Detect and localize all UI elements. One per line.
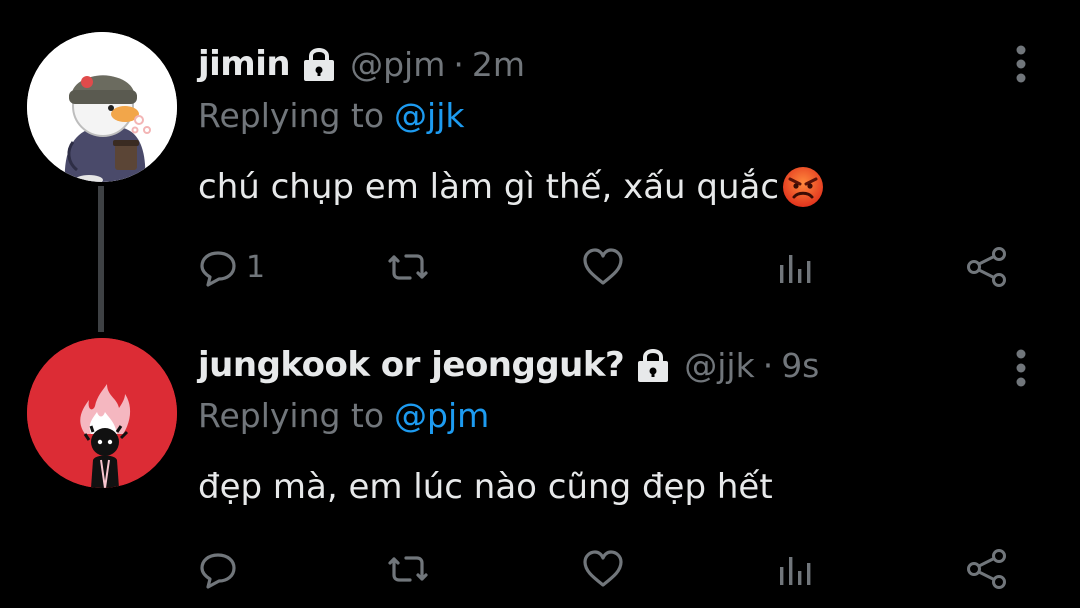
tweet-actions: 1 xyxy=(0,242,1080,292)
views-icon xyxy=(780,557,811,585)
tweet-header: jimin @pjm · 2m xyxy=(198,44,525,84)
angry-face-icon xyxy=(781,165,825,209)
reply-button[interactable]: 1 xyxy=(196,242,265,292)
reply-button[interactable] xyxy=(196,544,246,594)
separator-dot: · xyxy=(762,345,774,385)
views-icon xyxy=(780,255,811,283)
reply-icon xyxy=(200,251,236,287)
heart-icon xyxy=(583,550,623,587)
display-name[interactable]: jimin xyxy=(198,44,291,84)
separator-dot: · xyxy=(453,44,464,84)
more-vertical-icon[interactable] xyxy=(1008,42,1034,88)
flame-figure-avatar-illustration xyxy=(27,338,177,488)
user-handle[interactable]: @jjk xyxy=(684,346,754,385)
retweet-icon xyxy=(388,254,428,280)
tweet-header: jungkook or jeongguk? @jjk · 9s xyxy=(198,345,819,385)
reply-count: 1 xyxy=(246,249,266,285)
replying-to-label: Replying to xyxy=(198,396,385,435)
reply-icon xyxy=(200,553,236,589)
replying-to: Replying to @jjk xyxy=(198,96,465,135)
tweet-jungkook[interactable]: jungkook or jeongguk? @jjk · 9s Replying… xyxy=(0,310,1080,608)
display-name[interactable]: jungkook or jeongguk? xyxy=(198,345,625,385)
avatar[interactable] xyxy=(27,338,177,488)
views-button[interactable] xyxy=(774,242,818,292)
lock-icon xyxy=(636,347,670,383)
share-button[interactable] xyxy=(965,242,1009,292)
lock-icon xyxy=(302,46,336,82)
like-button[interactable] xyxy=(581,242,625,292)
like-button[interactable] xyxy=(581,544,625,594)
retweet-button[interactable] xyxy=(386,242,430,292)
tweet-jimin[interactable]: jimin @pjm · 2m Replying to @jjk chú chụp… xyxy=(0,0,1080,332)
duck-avatar-illustration xyxy=(27,32,177,182)
replying-to-label: Replying to xyxy=(198,96,385,135)
mention-link[interactable]: @pjm xyxy=(394,396,489,435)
tweet-body: chú chụp em làm gì thế, xấu quắc xyxy=(198,167,780,207)
retweet-icon xyxy=(388,556,428,582)
more-vertical-icon[interactable] xyxy=(1008,346,1034,392)
share-icon xyxy=(967,247,1006,287)
heart-icon xyxy=(583,248,623,285)
timestamp[interactable]: 2m xyxy=(472,45,525,84)
tweet-text: chú chụp em làm gì thế, xấu quắc xyxy=(198,165,825,209)
retweet-button[interactable] xyxy=(386,544,430,594)
tweet-text: đẹp mà, em lúc nào cũng đẹp hết xyxy=(198,467,773,507)
views-button[interactable] xyxy=(774,544,818,594)
tweet-actions xyxy=(0,544,1080,594)
mention-link[interactable]: @jjk xyxy=(394,96,464,135)
share-button[interactable] xyxy=(965,544,1009,594)
tweet-body: đẹp mà, em lúc nào cũng đẹp hết xyxy=(198,467,773,507)
user-handle[interactable]: @pjm xyxy=(350,45,445,84)
replying-to: Replying to @pjm xyxy=(198,396,489,435)
timestamp[interactable]: 9s xyxy=(781,346,819,385)
share-icon xyxy=(967,549,1006,589)
avatar[interactable] xyxy=(27,32,177,182)
